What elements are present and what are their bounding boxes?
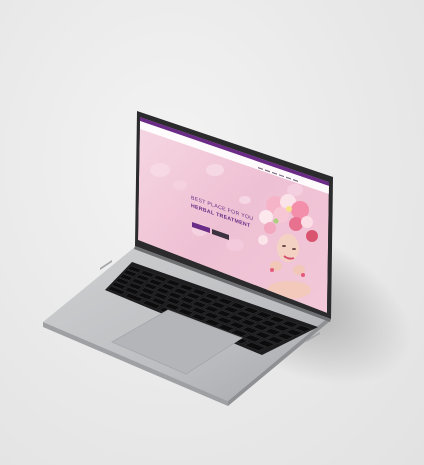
scene-background: A BEST PLACE FOR YOU HERBAL TREATMENT [0,0,424,465]
laptop-mockup: A BEST PLACE FOR YOU HERBAL TREATMENT [43,111,412,406]
